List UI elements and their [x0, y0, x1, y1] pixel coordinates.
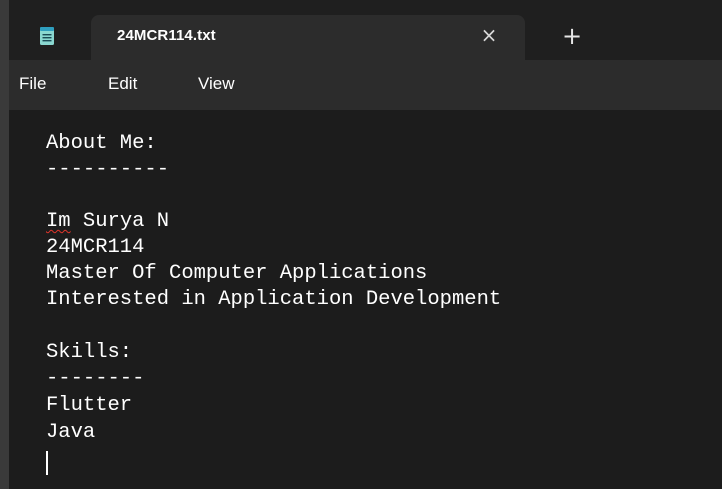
- notepad-window: 24MCR114.txt × + File Edit View About Me…: [0, 0, 722, 489]
- menu-file[interactable]: File: [19, 74, 46, 94]
- menu-view[interactable]: View: [198, 74, 235, 94]
- text-line: Skills:: [46, 341, 133, 364]
- new-tab-icon[interactable]: +: [558, 22, 586, 50]
- text-line: --------: [46, 367, 145, 390]
- menu-edit[interactable]: Edit: [108, 74, 137, 94]
- text-line: Java: [46, 421, 96, 444]
- misspelled-word[interactable]: Im: [46, 210, 71, 233]
- text-line: Interested in Application Development: [46, 288, 502, 311]
- text-line: Im Surya N: [46, 210, 169, 234]
- notepad-icon: [40, 27, 54, 45]
- close-tab-icon[interactable]: ×: [476, 22, 502, 48]
- tab-title: 24MCR114.txt: [117, 27, 216, 44]
- text-line: ----------: [46, 158, 170, 181]
- text-line: Master Of Computer Applications: [46, 262, 428, 285]
- text-line: 24MCR114: [46, 236, 145, 259]
- text-caret: [46, 451, 48, 475]
- text-line: About Me:: [46, 132, 157, 155]
- text-line: Flutter: [46, 394, 133, 417]
- window-edge: [0, 0, 9, 489]
- text-line-rest: Surya N: [70, 210, 170, 233]
